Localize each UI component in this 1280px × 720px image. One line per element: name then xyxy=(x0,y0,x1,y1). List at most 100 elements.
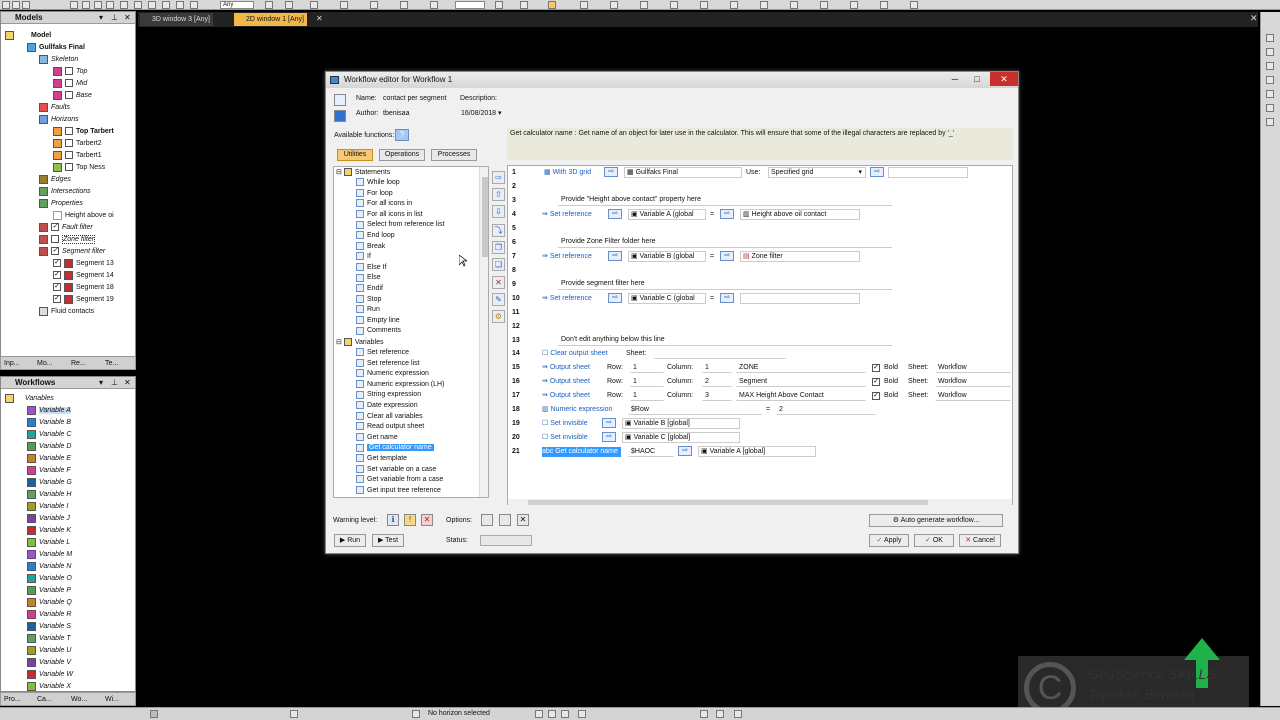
grid-extra-input[interactable] xyxy=(888,167,968,178)
output-sheet-statement[interactable]: ⇛ Output sheet xyxy=(542,363,590,373)
function-item[interactable]: For all icons in list xyxy=(356,209,423,220)
get-calculator-name-statement[interactable]: abc Get calculator name xyxy=(542,447,621,457)
function-item[interactable]: Get variable from a case xyxy=(356,475,443,485)
row-input[interactable]: 1 xyxy=(630,376,664,387)
comment-line[interactable]: Provide "Height above contact" property … xyxy=(558,195,892,206)
tree-item-variable[interactable]: Variable K xyxy=(27,525,71,537)
checkbox[interactable] xyxy=(51,235,59,244)
pin-icon[interactable]: ⊥ xyxy=(111,12,118,24)
insert-arrow-icon[interactable]: ⇨ xyxy=(604,167,618,177)
checkbox[interactable]: ✓ xyxy=(51,223,59,232)
scrollbar-thumb[interactable] xyxy=(482,177,488,257)
tree-item[interactable]: Height above oi xyxy=(53,210,114,222)
row-input[interactable]: 1 xyxy=(630,362,664,373)
function-item[interactable]: Select from reference list xyxy=(356,220,444,230)
open-icon[interactable] xyxy=(12,1,20,9)
cell-value-input[interactable]: MAX Height Above Contact xyxy=(736,390,866,401)
color-picker[interactable] xyxy=(334,110,346,122)
toolbar-icon[interactable] xyxy=(340,1,348,9)
function-item[interactable]: Empty line xyxy=(356,315,400,326)
toolbar-icon[interactable] xyxy=(850,1,858,9)
insert-arrow-icon[interactable]: ⇨ xyxy=(608,293,622,303)
function-item[interactable]: If xyxy=(356,252,371,262)
toolbar-icon[interactable] xyxy=(820,1,828,9)
toolbar-icon[interactable] xyxy=(640,1,648,9)
function-item[interactable]: Set reference xyxy=(356,348,409,358)
tree-item[interactable]: Tarbert1 xyxy=(53,150,102,162)
checkbox[interactable]: ✓ xyxy=(53,295,61,304)
toolbar-icon[interactable] xyxy=(162,1,170,9)
toolbar-icon[interactable] xyxy=(910,1,918,9)
toolbar-icon[interactable] xyxy=(760,1,768,9)
name-input[interactable]: contact per segment xyxy=(380,93,452,104)
function-item[interactable]: Comments xyxy=(356,326,401,336)
use-dropdown[interactable]: Specified grid ▾ xyxy=(768,167,866,178)
toolbar-icon[interactable] xyxy=(70,1,78,9)
tree-item[interactable]: Edges xyxy=(39,174,71,186)
insert-arrow-icon[interactable]: ⇨ xyxy=(720,293,734,303)
tab-input[interactable]: Inp... xyxy=(4,359,20,369)
close-icon[interactable]: ✕ xyxy=(124,377,131,389)
tab-models[interactable]: Mo... xyxy=(37,359,53,369)
variables-group[interactable]: ⊟ Variables xyxy=(336,338,383,348)
save-icon[interactable] xyxy=(22,1,30,9)
variable-reference[interactable]: ▣ Variable A (global xyxy=(628,209,706,220)
function-item[interactable]: Get name xyxy=(356,432,398,443)
tree-item-variable[interactable]: Variable H xyxy=(27,489,71,501)
row-input[interactable]: 1 xyxy=(630,390,664,401)
checkbox[interactable] xyxy=(65,127,73,136)
tree-item-variable[interactable]: Variable U xyxy=(27,645,71,657)
auto-generate-button[interactable]: ⚙ Auto generate workflow... xyxy=(869,514,1003,527)
function-list-scrollbar[interactable] xyxy=(479,167,488,497)
set-reference-statement[interactable]: ⇛ Set reference xyxy=(542,210,592,220)
tree-item[interactable]: Top Ness xyxy=(53,162,105,174)
grid-reference[interactable]: ▦ Gullfaks Final xyxy=(624,167,742,178)
toolbar-icon[interactable] xyxy=(430,1,438,9)
toolbar-icon[interactable] xyxy=(370,1,378,9)
checkbox[interactable] xyxy=(65,151,73,160)
tree-item-variable[interactable]: Variable O xyxy=(27,573,72,585)
toolbar-icon[interactable] xyxy=(190,1,198,9)
tab-results[interactable]: Re... xyxy=(71,359,86,369)
tab-workflows[interactable]: Wo... xyxy=(71,695,87,705)
pin-icon[interactable]: ⊥ xyxy=(111,377,118,389)
tree-item-variable[interactable]: Variable E xyxy=(27,453,71,465)
help-icon[interactable]: ? xyxy=(395,129,409,141)
dropdown-icon[interactable]: ▾ xyxy=(99,12,103,24)
comment-line[interactable]: Provide segment filter here xyxy=(558,279,892,290)
checkbox[interactable]: ✓ xyxy=(53,283,61,292)
function-item[interactable]: Get template xyxy=(356,454,407,464)
toolbar-icon[interactable] xyxy=(265,1,273,9)
column-input[interactable]: 3 xyxy=(702,390,732,401)
insert-arrow-icon[interactable]: ⇨ xyxy=(602,432,616,442)
status-icon[interactable] xyxy=(716,710,724,718)
move-down-icon[interactable]: ⇩ xyxy=(492,205,505,218)
tree-item-variable[interactable]: Variable M xyxy=(27,549,72,561)
bold-checkbox[interactable]: ✓ xyxy=(872,364,880,372)
cell-value-input[interactable]: ZONE xyxy=(736,362,866,373)
toolbar-icon[interactable] xyxy=(610,1,618,9)
set-invisible-statement[interactable]: ☐ Set invisible xyxy=(542,419,588,429)
tree-item-variable[interactable]: Variable A xyxy=(27,405,71,417)
tree-item[interactable]: Skeleton xyxy=(39,54,78,66)
target-reference-empty[interactable] xyxy=(740,293,860,304)
toolbar-icon[interactable] xyxy=(148,1,156,9)
cell-value-input[interactable]: Segment xyxy=(736,376,866,387)
tool-icon[interactable] xyxy=(1266,90,1274,98)
ok-button[interactable]: ✓ OK xyxy=(914,534,954,547)
tree-item[interactable]: ✓ Fault filter xyxy=(39,222,93,234)
target-reference[interactable]: ▤ Zone filter xyxy=(740,251,860,262)
test-button[interactable]: ▶ Test xyxy=(372,534,404,547)
insert-arrow-icon[interactable]: ⇨ xyxy=(608,251,622,261)
tree-item-variable[interactable]: Variable B xyxy=(27,417,71,429)
new-icon[interactable] xyxy=(2,1,10,9)
tree-item[interactable]: Fluid contacts xyxy=(39,306,94,318)
tree-item-variable[interactable]: Variable R xyxy=(27,609,71,621)
tree-item-variable[interactable]: Variable I xyxy=(27,501,68,513)
tool-icon[interactable] xyxy=(1266,76,1274,84)
tree-item[interactable]: Faults xyxy=(39,102,70,114)
toolbar-icon[interactable] xyxy=(520,1,528,9)
status-icon[interactable] xyxy=(700,710,708,718)
output-sheet-statement[interactable]: ⇛ Output sheet xyxy=(542,391,590,401)
date-picker[interactable]: 16/08/2018 ▾ xyxy=(458,108,516,119)
